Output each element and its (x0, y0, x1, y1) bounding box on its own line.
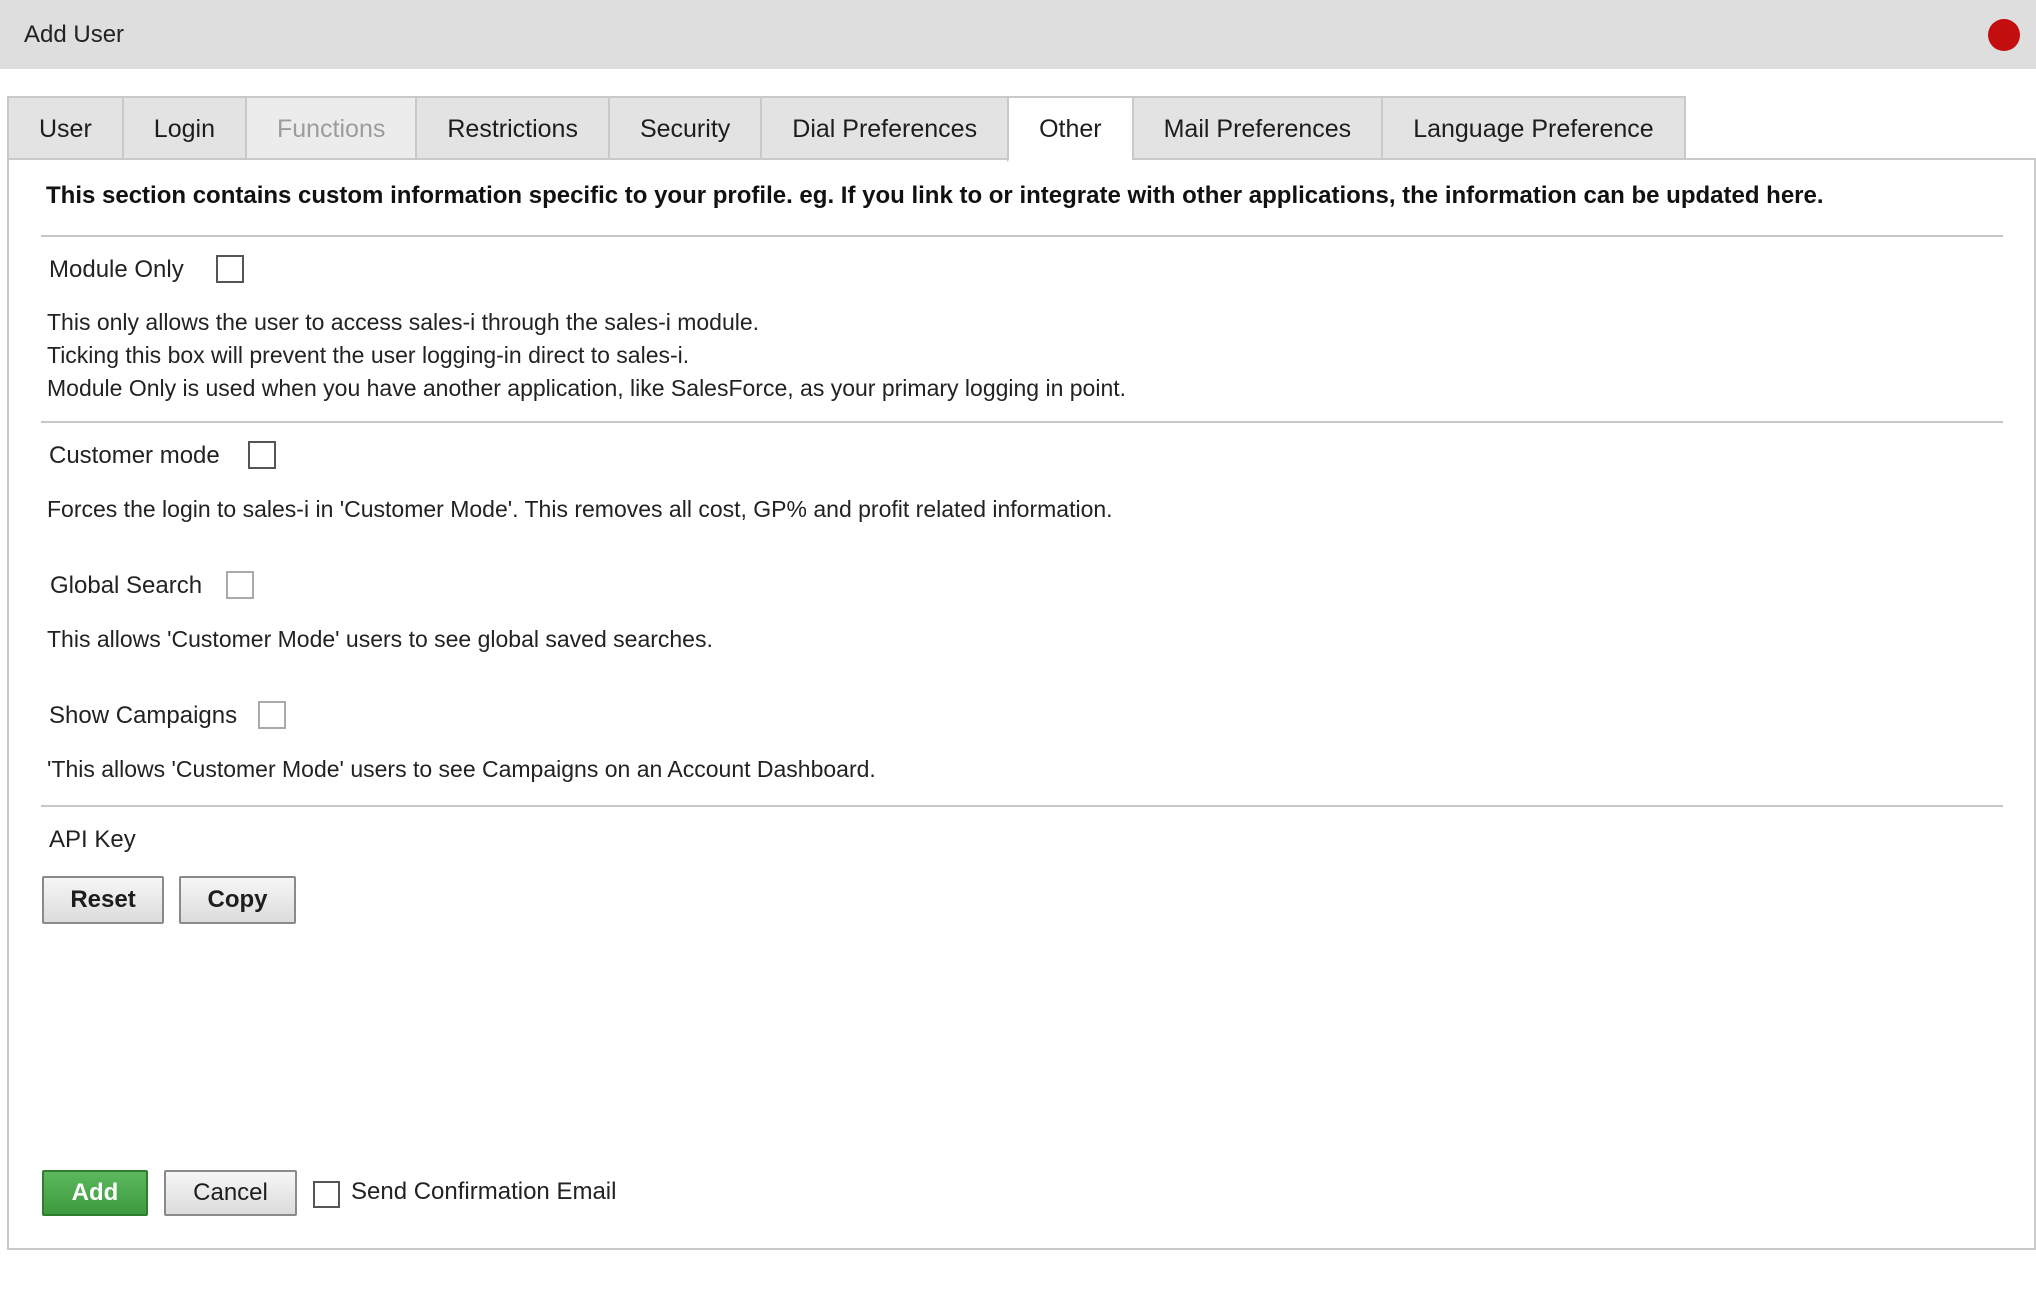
close-dot-icon[interactable] (1988, 19, 2020, 51)
tab-bar: User Login Functions Restrictions Securi… (7, 96, 1686, 162)
tab-language-preference[interactable]: Language Preference (1381, 96, 1686, 160)
section-intro: This section contains custom information… (46, 182, 1824, 209)
tab-mail-preferences[interactable]: Mail Preferences (1131, 96, 1382, 160)
module-only-desc-line: This only allows the user to access sale… (47, 309, 760, 335)
module-only-desc-line: Ticking this box will prevent the user l… (47, 342, 690, 368)
divider (41, 805, 2003, 807)
tab-other[interactable]: Other (1007, 96, 1132, 162)
customer-mode-checkbox[interactable] (248, 441, 276, 469)
tab-security[interactable]: Security (607, 96, 761, 160)
add-button[interactable]: Add (42, 1170, 148, 1216)
tab-functions: Functions (244, 96, 416, 160)
window-title: Add User (24, 21, 125, 48)
api-key-label: API Key (49, 826, 136, 853)
title-bar: Add User (0, 0, 2036, 69)
tab-restrictions[interactable]: Restrictions (415, 96, 608, 160)
customer-mode-description: Forces the login to sales-i in 'Customer… (47, 496, 1113, 522)
tab-dial-preferences[interactable]: Dial Preferences (760, 96, 1008, 160)
module-only-label: Module Only (49, 256, 184, 283)
cancel-button[interactable]: Cancel (164, 1170, 297, 1216)
module-only-checkbox[interactable] (216, 255, 244, 283)
send-confirmation-email-label[interactable]: Send Confirmation Email (351, 1178, 616, 1206)
copy-api-key-button[interactable]: Copy (179, 876, 296, 924)
show-campaigns-description: 'This allows 'Customer Mode' users to se… (47, 756, 876, 782)
other-tab-panel: This section contains custom information… (7, 158, 2036, 1250)
send-confirmation-email-checkbox[interactable] (313, 1181, 340, 1208)
divider (41, 235, 2003, 237)
module-only-desc-line: Module Only is used when you have anothe… (47, 375, 1127, 401)
global-search-checkbox[interactable] (226, 571, 254, 599)
tab-login[interactable]: Login (121, 96, 245, 160)
global-search-description: This allows 'Customer Mode' users to see… (47, 626, 713, 652)
module-only-description: This only allows the user to access sale… (47, 306, 1126, 405)
global-search-label: Global Search (50, 572, 203, 599)
show-campaigns-label: Show Campaigns (49, 702, 238, 729)
tab-user[interactable]: User (7, 96, 122, 160)
customer-mode-label: Customer mode (49, 442, 220, 469)
show-campaigns-checkbox[interactable] (258, 701, 286, 729)
reset-api-key-button[interactable]: Reset (42, 876, 164, 924)
divider (41, 421, 2003, 423)
